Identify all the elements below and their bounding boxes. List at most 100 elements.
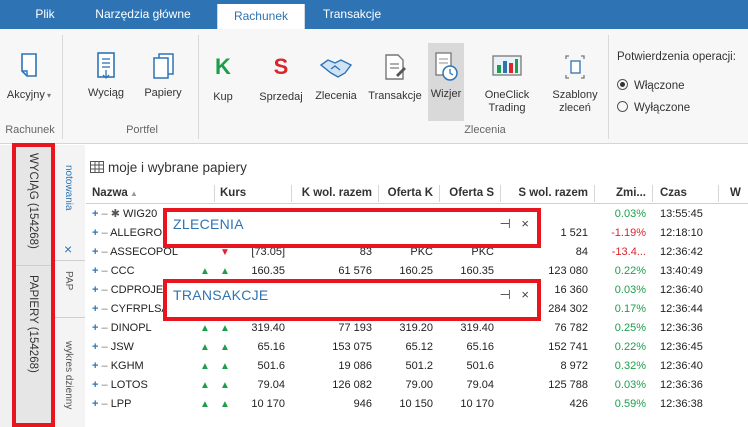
ribbon-separator: [608, 35, 609, 139]
akcyjny-button[interactable]: Akcyjny ▾: [4, 51, 54, 102]
view-tabs-column: notowania × PAP wykres dzienny: [54, 145, 85, 427]
close-icon[interactable]: ×: [521, 216, 529, 231]
tab-rachunek[interactable]: Rachunek: [217, 4, 305, 29]
account-page-icon: [21, 53, 37, 77]
instrument-name: DINOPL: [110, 322, 152, 334]
cell-ofs: 65.16: [466, 341, 494, 353]
instrument-name: KGHM: [110, 360, 144, 372]
column-border: [718, 185, 719, 202]
group-label-portfel: Portfel: [126, 124, 158, 136]
cell-kwol: 153 075: [332, 341, 372, 353]
cell-kurs: 79.04: [257, 379, 285, 391]
pin-icon[interactable]: ⊣: [499, 216, 510, 231]
tab-plik[interactable]: Plik: [20, 0, 70, 29]
tab-transakcje[interactable]: Transakcje: [311, 0, 393, 29]
instrument-name: LOTOS: [110, 379, 148, 391]
expand-icon[interactable]: +: [92, 303, 98, 315]
close-icon[interactable]: ×: [521, 287, 529, 302]
table-row[interactable]: + – KGHM ▲ ▲ 501.6 19 086 501.2 501.6 8 972 0.32…: [86, 357, 748, 376]
arrow-up-icon: ▲: [220, 342, 230, 353]
table-row[interactable]: + – DINOPL ▲ ▲ 319.40 77 193 319.20 319.40 76 7…: [86, 319, 748, 338]
transakcje-panel-controls: ⊣ ×: [492, 287, 529, 303]
group-label-rachunek: Rachunek: [5, 124, 55, 136]
dash-icon: –: [101, 379, 108, 391]
group-label-zlecenia: Zlecenia: [464, 124, 506, 136]
column-header-kurs[interactable]: Kurs: [220, 183, 280, 204]
zlecenia-panel[interactable]: ZLECENIA ⊣ ×: [163, 208, 541, 248]
column-border: [652, 185, 653, 202]
cell-zmi: 0.32%: [614, 360, 646, 372]
column-header-oferta-s[interactable]: Oferta S: [439, 183, 500, 204]
cell-czas: 12:36:44: [660, 303, 703, 315]
table-row[interactable]: + – JSW ▲ ▲ 65.16 153 075 65.12 65.16 152 741 0.…: [86, 338, 748, 357]
cell-kwol: 19 086: [338, 360, 372, 372]
side-tabs-highlight: [12, 143, 55, 427]
cell-zmi: 0.25%: [614, 322, 646, 334]
grid-title: moje i wybrane papiery: [108, 160, 247, 175]
expand-icon[interactable]: +: [92, 360, 98, 372]
transakcje-panel[interactable]: TRANSAKCJE ⊣ ×: [163, 279, 541, 321]
cell-kwol: 126 082: [332, 379, 372, 391]
expand-icon[interactable]: +: [92, 322, 98, 334]
cell-czas: 12:36:40: [660, 284, 703, 296]
wizjer-button[interactable]: Wizjer: [428, 43, 464, 121]
instrument-name: CCC: [110, 265, 135, 277]
column-header-w[interactable]: W: [730, 183, 748, 204]
dash-icon: –: [101, 265, 108, 277]
cell-czas: 12:18:10: [660, 227, 703, 239]
table-row[interactable]: + – LOTOS ▲ ▲ 79.04 126 082 79.00 79.04 125 788…: [86, 376, 748, 395]
sprzedaj-button[interactable]: S Sprzedaj: [256, 55, 306, 104]
cell-czas: 12:36:36: [660, 379, 703, 391]
handshake-icon: [319, 59, 353, 78]
column-header-nazwa[interactable]: Nazwa ▲: [92, 183, 202, 204]
column-header-oferta-k[interactable]: Oferta K: [378, 183, 439, 204]
confirmations-title: Potwierdzenia operacji:: [617, 51, 736, 63]
side-tab-notowania[interactable]: notowania: [63, 165, 74, 211]
pin-icon[interactable]: ⊣: [499, 287, 510, 302]
template-icon: [565, 55, 585, 79]
expand-icon[interactable]: +: [92, 284, 98, 296]
cell-zmi: 0.59%: [614, 398, 646, 410]
expand-icon[interactable]: +: [92, 246, 98, 258]
expand-icon[interactable]: +: [92, 208, 98, 220]
close-icon[interactable]: ×: [64, 241, 72, 257]
confirm-off-radio[interactable]: Wyłączone: [617, 101, 690, 114]
table-icon: [90, 161, 104, 173]
oneclick-trading-button[interactable]: OneClick Trading: [476, 53, 538, 115]
ribbon-separator: [62, 35, 63, 139]
kup-label: Kup: [213, 91, 233, 103]
side-tab-pap[interactable]: PAP: [63, 271, 74, 290]
expand-icon[interactable]: +: [92, 398, 98, 410]
papiery-button[interactable]: Papiery: [141, 51, 185, 100]
expand-icon[interactable]: +: [92, 341, 98, 353]
cell-swol: 8 972: [560, 360, 588, 372]
column-header-czas[interactable]: Czas: [660, 183, 710, 204]
expand-icon[interactable]: +: [92, 227, 98, 239]
tab-narzedzia-glowne[interactable]: Narzędzia główne: [78, 0, 208, 29]
expand-icon[interactable]: +: [92, 265, 98, 277]
grid-header: Nazwa ▲ Kurs K wol. razem Oferta K Ofert…: [86, 183, 748, 204]
kup-button[interactable]: K Kup: [209, 55, 237, 104]
expand-icon[interactable]: +: [92, 379, 98, 391]
wyciag-button[interactable]: Wyciąg: [86, 51, 126, 100]
pin-marker-icon: ✱: [110, 208, 123, 220]
zlecenia-button[interactable]: Zlecenia: [309, 53, 363, 103]
instrument-name: WIG20: [122, 208, 158, 220]
szablony-zlecen-button[interactable]: Szablony zleceń: [546, 53, 604, 115]
cell-ofk: 79.00: [405, 379, 433, 391]
side-tab-wykres-dzienny[interactable]: wykres dzienny: [63, 341, 74, 409]
cell-zmi: 0.22%: [614, 341, 646, 353]
confirm-on-radio[interactable]: Włączone: [617, 79, 685, 92]
dash-icon: –: [101, 360, 108, 372]
papers-icon: [153, 53, 174, 79]
table-row[interactable]: + – LPP ▲ ▲ 10 170 946 10 150 10 170 426 0.59% 12…: [86, 395, 748, 414]
instrument-name: ALLEGRO: [110, 227, 163, 239]
column-header-zmiana[interactable]: Zmi...: [594, 183, 652, 204]
cell-zmi: -1.19%: [611, 227, 646, 239]
confirm-off-label: Wyłączone: [634, 102, 691, 114]
transakcje-button[interactable]: Transakcje: [364, 53, 426, 103]
cell-kurs: 10 170: [251, 398, 285, 410]
arrow-up-icon: ▲: [200, 323, 210, 334]
column-header-k-wol-razem[interactable]: K wol. razem: [291, 183, 378, 204]
column-header-s-wol-razem[interactable]: S wol. razem: [500, 183, 594, 204]
